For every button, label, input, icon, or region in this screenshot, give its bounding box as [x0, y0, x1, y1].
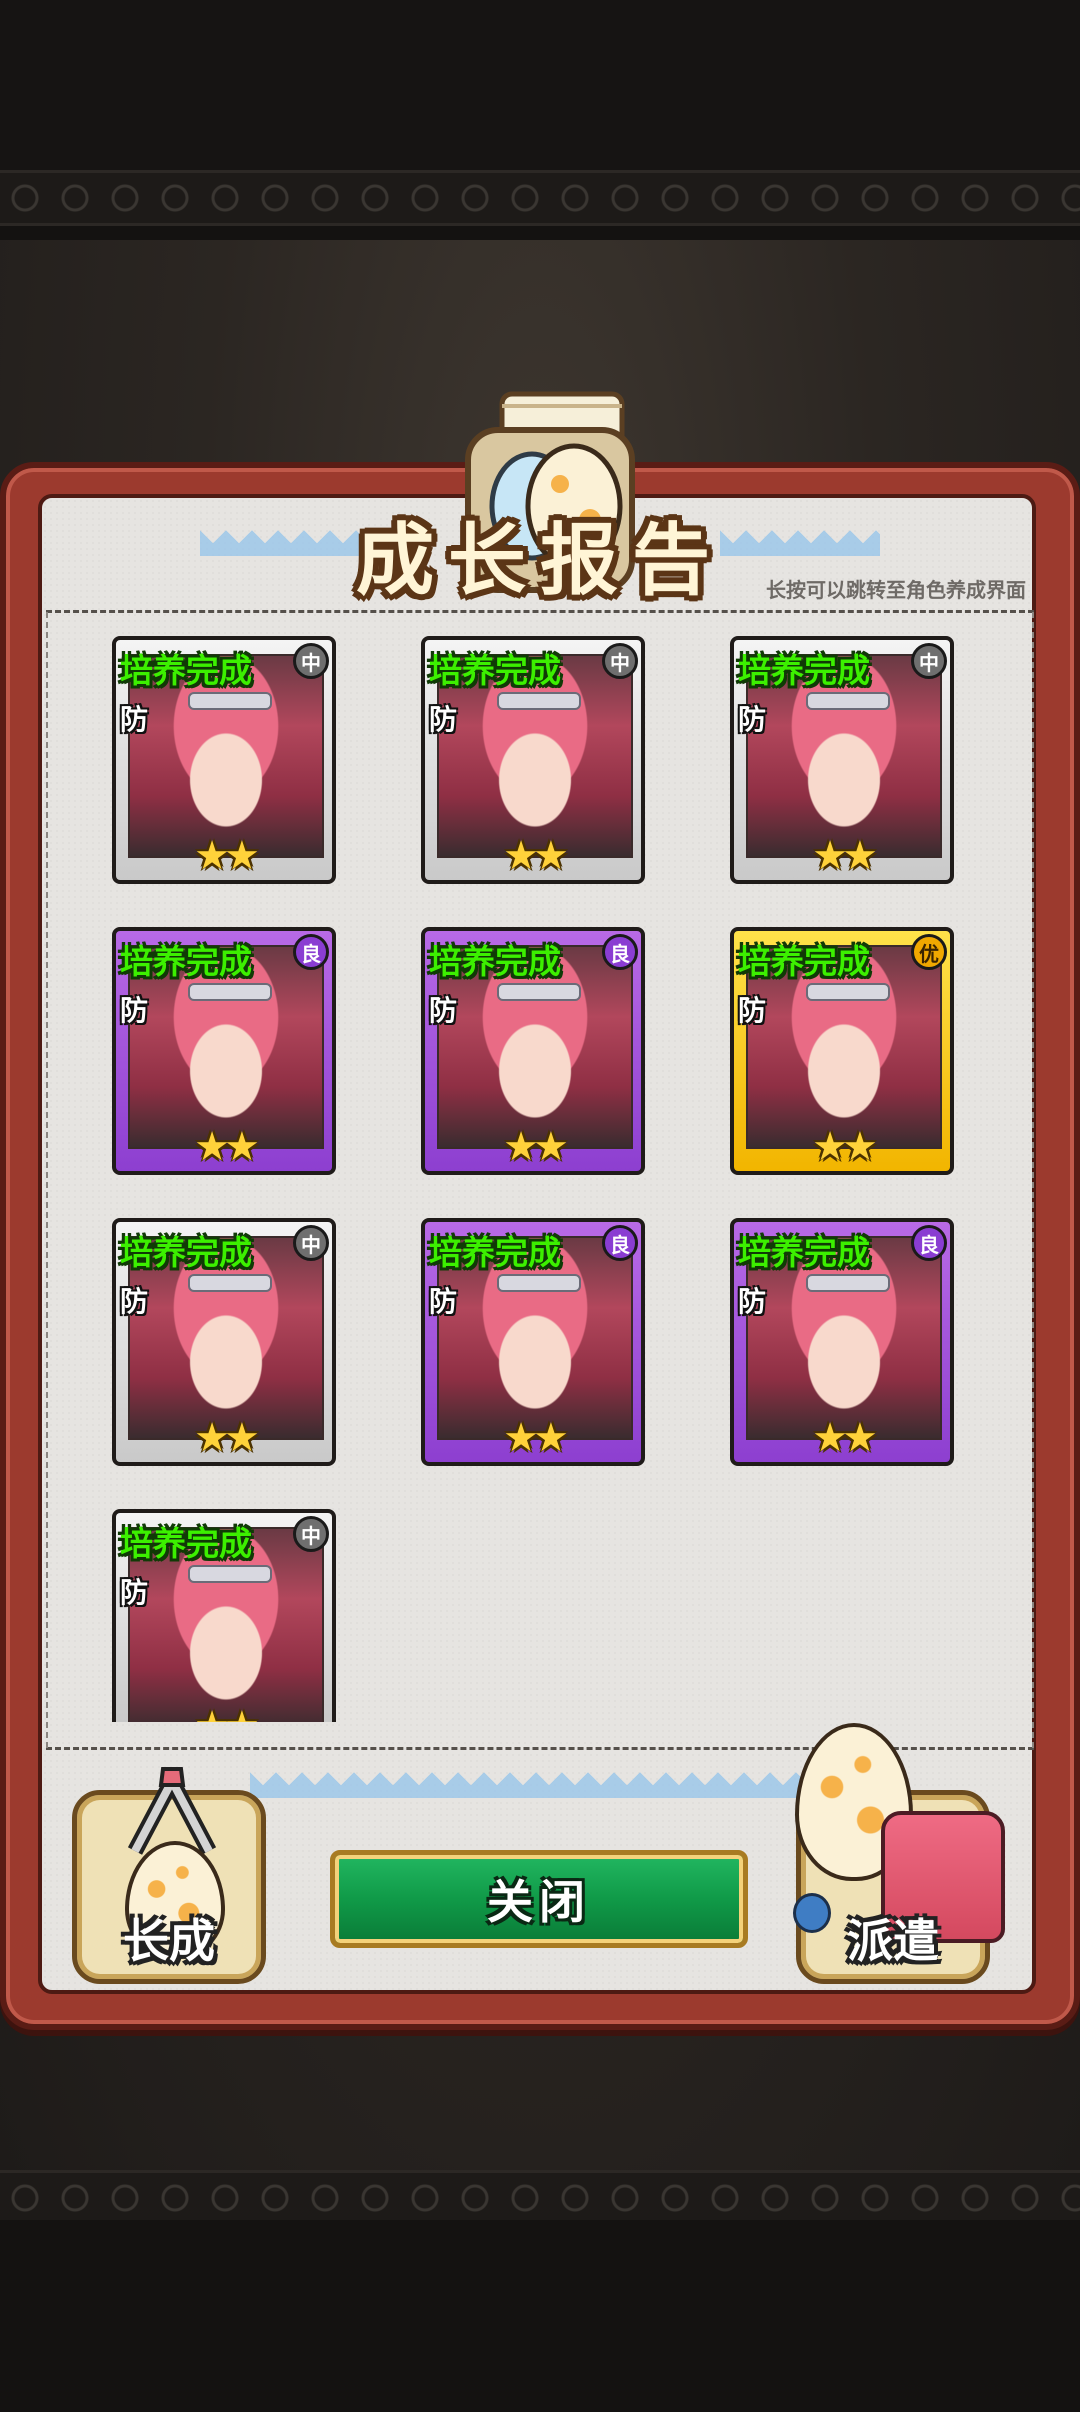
role-tag: 防	[120, 703, 149, 736]
result-card[interactable]: 培养完成防 中 ★★	[112, 1218, 336, 1466]
grid-border-right	[1032, 612, 1034, 1748]
grid-border-left	[46, 612, 48, 1748]
grow-button[interactable]: 长成	[72, 1767, 266, 1984]
training-status: 培养完成	[738, 942, 870, 981]
role-tag: 防	[429, 994, 458, 1027]
result-card[interactable]: 培养完成防 中 ★★	[421, 636, 645, 884]
role-tag: 防	[120, 994, 149, 1027]
role-tag: 防	[738, 703, 767, 736]
star-rating: ★★	[503, 1124, 569, 1170]
result-card[interactable]: 培养完成防 良 ★★	[421, 1218, 645, 1466]
decor-zigzag-bottom	[250, 1772, 810, 1798]
page-title: 成长报告	[355, 516, 724, 606]
dispatch-label: 派遣	[847, 1914, 939, 1968]
grade-badge: 优	[911, 934, 947, 970]
bottom-dark-bar	[0, 2220, 1080, 2412]
training-status: 培养完成	[429, 1233, 561, 1272]
grade-badge: 中	[911, 643, 947, 679]
result-card[interactable]: 培养完成防 中 ★★	[730, 636, 954, 884]
star-rating: ★★	[194, 833, 260, 879]
result-card[interactable]: 培养完成防 中 ★★	[112, 636, 336, 884]
training-status: 培养完成	[429, 942, 561, 981]
training-status: 培养完成	[120, 1233, 252, 1272]
role-tag: 防	[120, 1285, 149, 1318]
result-card[interactable]: 培养完成防 中 ★★	[112, 1509, 336, 1722]
bottom-pattern-strip	[0, 2170, 1080, 2226]
grade-badge: 良	[602, 1225, 638, 1261]
star-rating: ★★	[503, 833, 569, 879]
top-pattern-strip	[0, 170, 1080, 226]
role-tag: 防	[429, 703, 458, 736]
star-rating: ★★	[194, 1124, 260, 1170]
result-card[interactable]: 培养完成防 良 ★★	[112, 927, 336, 1175]
result-card[interactable]: 培养完成防 良 ★★	[730, 1218, 954, 1466]
role-tag: 防	[429, 1285, 458, 1318]
star-rating: ★★	[503, 1415, 569, 1461]
training-status: 培养完成	[738, 651, 870, 690]
training-status: 培养完成	[120, 1524, 252, 1563]
training-status: 培养完成	[120, 942, 252, 981]
grade-badge: 中	[293, 1225, 329, 1261]
grade-badge: 中	[293, 1516, 329, 1552]
training-status: 培养完成	[120, 651, 252, 690]
star-rating: ★★	[194, 1415, 260, 1461]
training-status: 培养完成	[738, 1233, 870, 1272]
result-card[interactable]: 培养完成防 良 ★★	[421, 927, 645, 1175]
grade-badge: 中	[602, 643, 638, 679]
close-button[interactable]: 关闭	[330, 1850, 748, 1948]
role-tag: 防	[120, 1576, 149, 1609]
star-rating: ★★	[116, 1704, 332, 1722]
role-tag: 防	[738, 1285, 767, 1318]
grow-label: 长成	[123, 1914, 215, 1968]
grade-badge: 良	[911, 1225, 947, 1261]
grade-badge: 良	[602, 934, 638, 970]
training-status: 培养完成	[429, 651, 561, 690]
grade-badge: 中	[293, 643, 329, 679]
star-rating: ★★	[812, 1415, 878, 1461]
top-dark-bar	[0, 0, 1080, 170]
dispatch-button[interactable]: 派遣	[793, 1723, 1005, 1984]
star-rating: ★★	[812, 1124, 878, 1170]
role-tag: 防	[738, 994, 767, 1027]
grade-badge: 良	[293, 934, 329, 970]
star-rating: ★★	[812, 833, 878, 879]
result-card[interactable]: 培养完成防 优 ★★	[730, 927, 954, 1175]
